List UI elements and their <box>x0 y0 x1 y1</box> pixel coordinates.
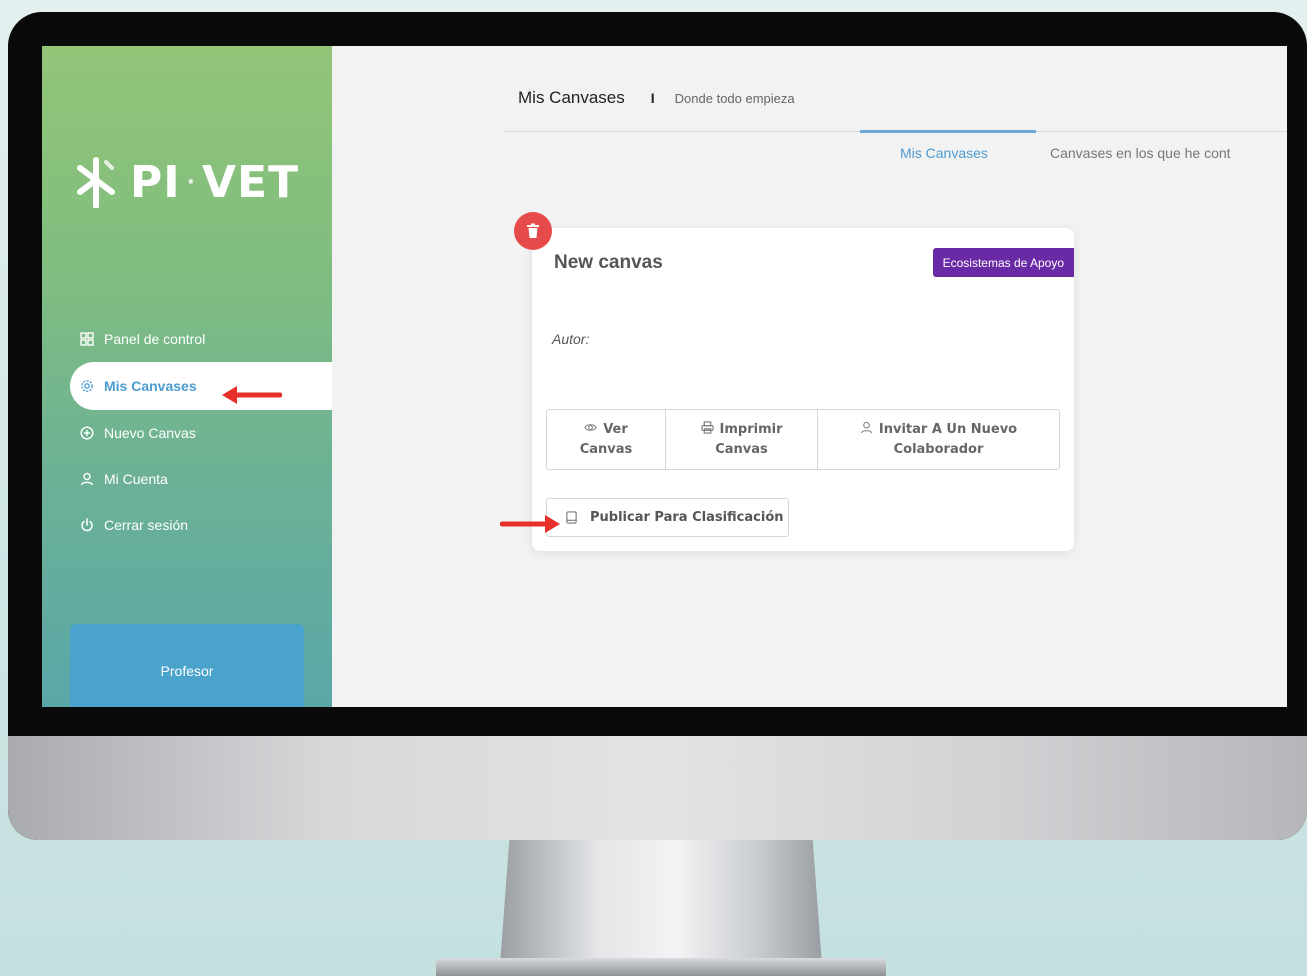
invite-collaborator-button[interactable]: Invitar A Un Nuevo Colaborador <box>818 410 1059 469</box>
main-content: Mis Canvases I Donde todo empieza Mis Ca… <box>332 46 1287 707</box>
tablet-icon <box>565 511 578 524</box>
category-badge: Ecosistemas de Apoyo <box>932 248 1074 277</box>
power-icon <box>80 518 94 532</box>
sidebar-item-label: Cerrar sesión <box>104 517 189 533</box>
user-icon <box>80 472 94 486</box>
tab-canvases-colaborados[interactable]: Canvases en los que he cont <box>1050 145 1231 161</box>
eye-icon <box>584 421 597 434</box>
sidebar-nav: Panel de control Mis Canvases Nuevo Canv… <box>70 316 332 548</box>
page-title: Mis Canvases <box>518 88 625 107</box>
user-role-box: Profesor <box>70 624 304 707</box>
sidebar-item-label: Mi Cuenta <box>104 471 168 487</box>
user-role-label: Profesor <box>160 662 214 679</box>
logo-text-left: PI <box>130 156 181 208</box>
monitor-chin <box>8 736 1307 840</box>
annotation-arrow-right <box>500 515 560 533</box>
publish-label: Publicar Para Clasificación <box>590 510 784 525</box>
active-tab-indicator <box>860 130 1036 133</box>
page-subtitle: Donde todo empieza <box>674 90 795 106</box>
app-logo: PI · VET <box>76 156 299 208</box>
logo-separator: · <box>186 169 196 195</box>
sidebar-item-mis-canvases[interactable]: Mis Canvases <box>70 362 332 410</box>
sidebar-item-label: Panel de control <box>104 331 206 347</box>
page-header: Mis Canvases I Donde todo empieza <box>518 88 795 108</box>
delete-canvas-button[interactable] <box>514 212 552 250</box>
monitor-stand-neck <box>500 835 822 965</box>
plus-circle-icon <box>80 426 94 440</box>
monitor-stand-base <box>436 958 886 976</box>
print-canvas-label-1: Imprimir <box>719 421 783 437</box>
view-canvas-label-2: Canvas <box>579 441 633 457</box>
grid-icon <box>80 332 94 346</box>
canvas-author-label: Autor: <box>552 331 590 347</box>
invite-collaborator-label-1: Invitar A Un Nuevo <box>878 421 1018 437</box>
print-canvas-label-2: Canvas <box>715 441 768 457</box>
publish-for-grading-button[interactable]: Publicar Para Clasificación <box>546 498 789 537</box>
canvas-card: New canvas Ecosistemas de Apoyo Autor: V… <box>532 228 1074 551</box>
annotation-arrow-left <box>222 386 282 404</box>
printer-icon <box>700 420 714 434</box>
sidebar: PI · VET Panel de control Mis Canvases N… <box>42 46 332 707</box>
sidebar-item-panel-de-control[interactable]: Panel de control <box>70 316 332 362</box>
gear-icon <box>80 379 94 393</box>
app-screen: PI · VET Panel de control Mis Canvases N… <box>42 46 1287 707</box>
trash-icon <box>527 223 539 238</box>
header-separator: I <box>650 90 655 106</box>
sidebar-item-nuevo-canvas[interactable]: Nuevo Canvas <box>70 410 332 456</box>
tab-mis-canvases[interactable]: Mis Canvases <box>900 145 988 161</box>
canvas-title: New canvas <box>554 252 663 273</box>
sidebar-item-label: Nuevo Canvas <box>104 425 196 441</box>
print-canvas-button[interactable]: Imprimir Canvas <box>666 410 818 469</box>
canvas-actions: Ver Canvas Imprimir Canvas Invitar A Un … <box>546 409 1060 470</box>
logo-text-right: VET <box>201 156 300 208</box>
sidebar-item-cerrar-sesion[interactable]: Cerrar sesión <box>70 502 332 548</box>
invite-collaborator-label-2: Colaborador <box>893 441 984 457</box>
user-icon <box>860 421 873 434</box>
view-canvas-label-1: Ver <box>603 421 628 437</box>
sidebar-item-label: Mis Canvases <box>104 378 197 394</box>
monitor-frame: PI · VET Panel de control Mis Canvases N… <box>8 12 1307 840</box>
view-canvas-button[interactable]: Ver Canvas <box>547 410 666 469</box>
logo-mark-icon <box>77 157 115 208</box>
sidebar-item-mi-cuenta[interactable]: Mi Cuenta <box>70 456 332 502</box>
